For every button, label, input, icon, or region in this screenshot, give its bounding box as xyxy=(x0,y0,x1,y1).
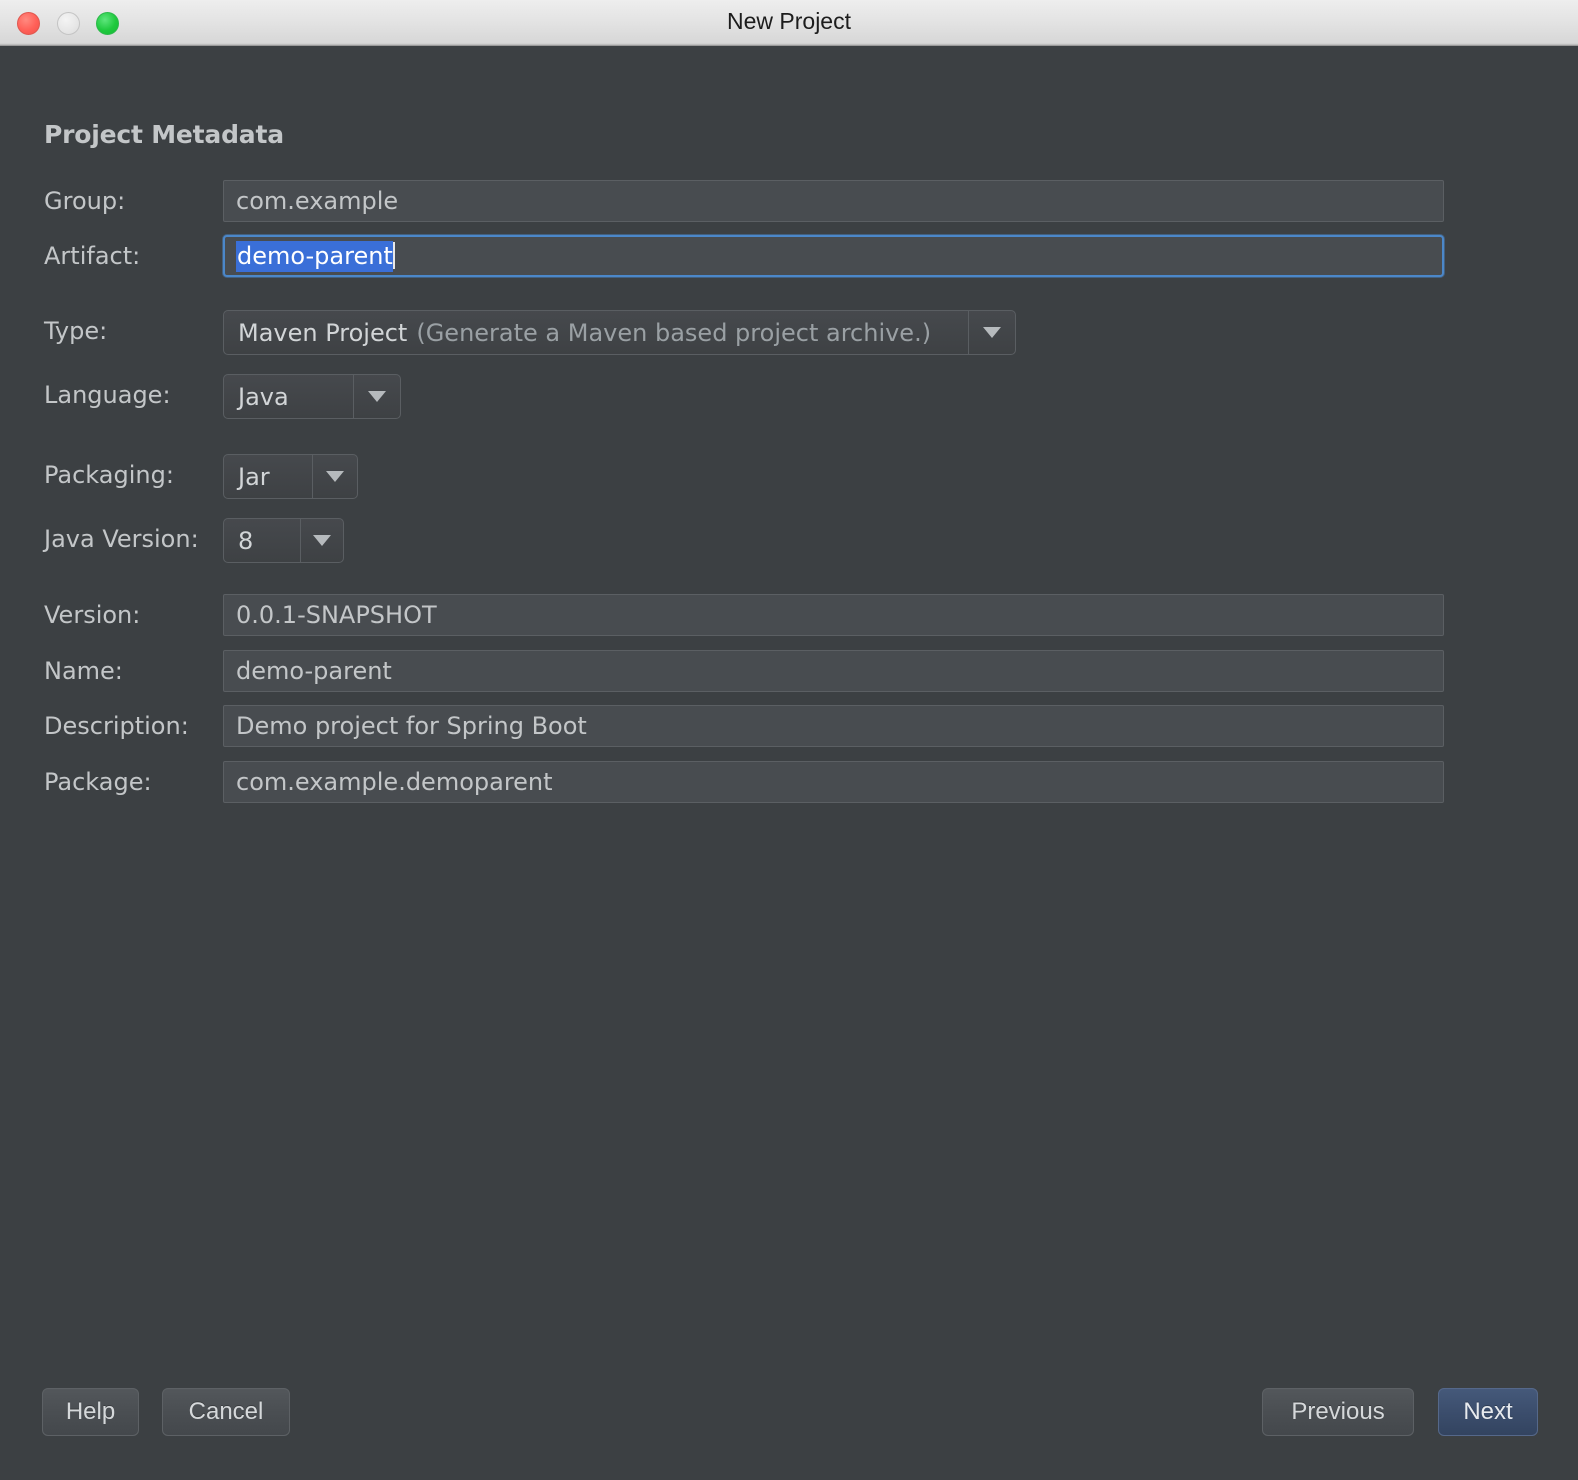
type-value-wrap: Maven Project (Generate a Maven based pro… xyxy=(224,311,968,354)
description-input[interactable]: Demo project for Spring Boot xyxy=(223,705,1444,747)
language-dropdown-arrow-box[interactable] xyxy=(353,375,400,418)
packaging-value: Jar xyxy=(238,462,270,491)
language-value: Java xyxy=(238,382,289,411)
name-value: demo-parent xyxy=(236,657,392,685)
packaging-dropdown[interactable]: Jar xyxy=(223,454,358,499)
type-dropdown-arrow-box[interactable] xyxy=(968,311,1015,354)
java-version-value: 8 xyxy=(238,526,254,555)
group-value: com.example xyxy=(236,187,399,215)
window-title: New Project xyxy=(727,8,851,34)
page-title: Project Metadata xyxy=(44,120,284,149)
packaging-dropdown-arrow-box[interactable] xyxy=(312,455,357,498)
next-button[interactable]: Next xyxy=(1438,1388,1538,1436)
description-value: Demo project for Spring Boot xyxy=(236,712,587,740)
type-hint: (Generate a Maven based project archive.… xyxy=(416,318,932,347)
group-input[interactable]: com.example xyxy=(223,180,1444,222)
version-value: 0.0.1-SNAPSHOT xyxy=(236,601,437,629)
help-button[interactable]: Help xyxy=(42,1388,139,1436)
chevron-down-icon xyxy=(313,535,331,546)
language-dropdown[interactable]: Java xyxy=(223,374,401,419)
new-project-dialog: New Project Project Metadata Group: com.… xyxy=(0,0,1578,1480)
chevron-down-icon xyxy=(368,391,386,402)
artifact-value: demo-parent xyxy=(236,241,393,272)
chevron-down-icon xyxy=(983,327,1001,338)
text-caret xyxy=(392,242,395,269)
cancel-button[interactable]: Cancel xyxy=(162,1388,290,1436)
group-label: Group: xyxy=(44,187,126,215)
dialog-button-bar: Help Cancel Previous Next xyxy=(0,1388,1578,1448)
java-version-dropdown-arrow-box[interactable] xyxy=(300,519,343,562)
artifact-label: Artifact: xyxy=(44,242,141,270)
version-input[interactable]: 0.0.1-SNAPSHOT xyxy=(223,594,1444,636)
name-label: Name: xyxy=(44,657,123,685)
previous-button[interactable]: Previous xyxy=(1262,1388,1414,1436)
package-value: com.example.demoparent xyxy=(236,768,553,796)
type-value: Maven Project xyxy=(238,318,408,347)
dialog-content: Project Metadata Group: com.example Arti… xyxy=(0,46,1578,1480)
packaging-label: Packaging: xyxy=(44,461,174,489)
language-label: Language: xyxy=(44,381,171,409)
type-dropdown[interactable]: Maven Project (Generate a Maven based pro… xyxy=(223,310,1016,355)
type-label: Type: xyxy=(44,317,108,345)
description-label: Description: xyxy=(44,712,189,740)
artifact-value-wrap: demo-parent xyxy=(236,237,395,275)
version-label: Version: xyxy=(44,601,141,629)
package-input[interactable]: com.example.demoparent xyxy=(223,761,1444,803)
package-label: Package: xyxy=(44,768,152,796)
artifact-input[interactable]: demo-parent xyxy=(223,235,1444,277)
window-titlebar: New Project xyxy=(0,0,1578,46)
name-input[interactable]: demo-parent xyxy=(223,650,1444,692)
java-version-dropdown[interactable]: 8 xyxy=(223,518,344,563)
java-version-label: Java Version: xyxy=(44,525,199,553)
chevron-down-icon xyxy=(326,471,344,482)
